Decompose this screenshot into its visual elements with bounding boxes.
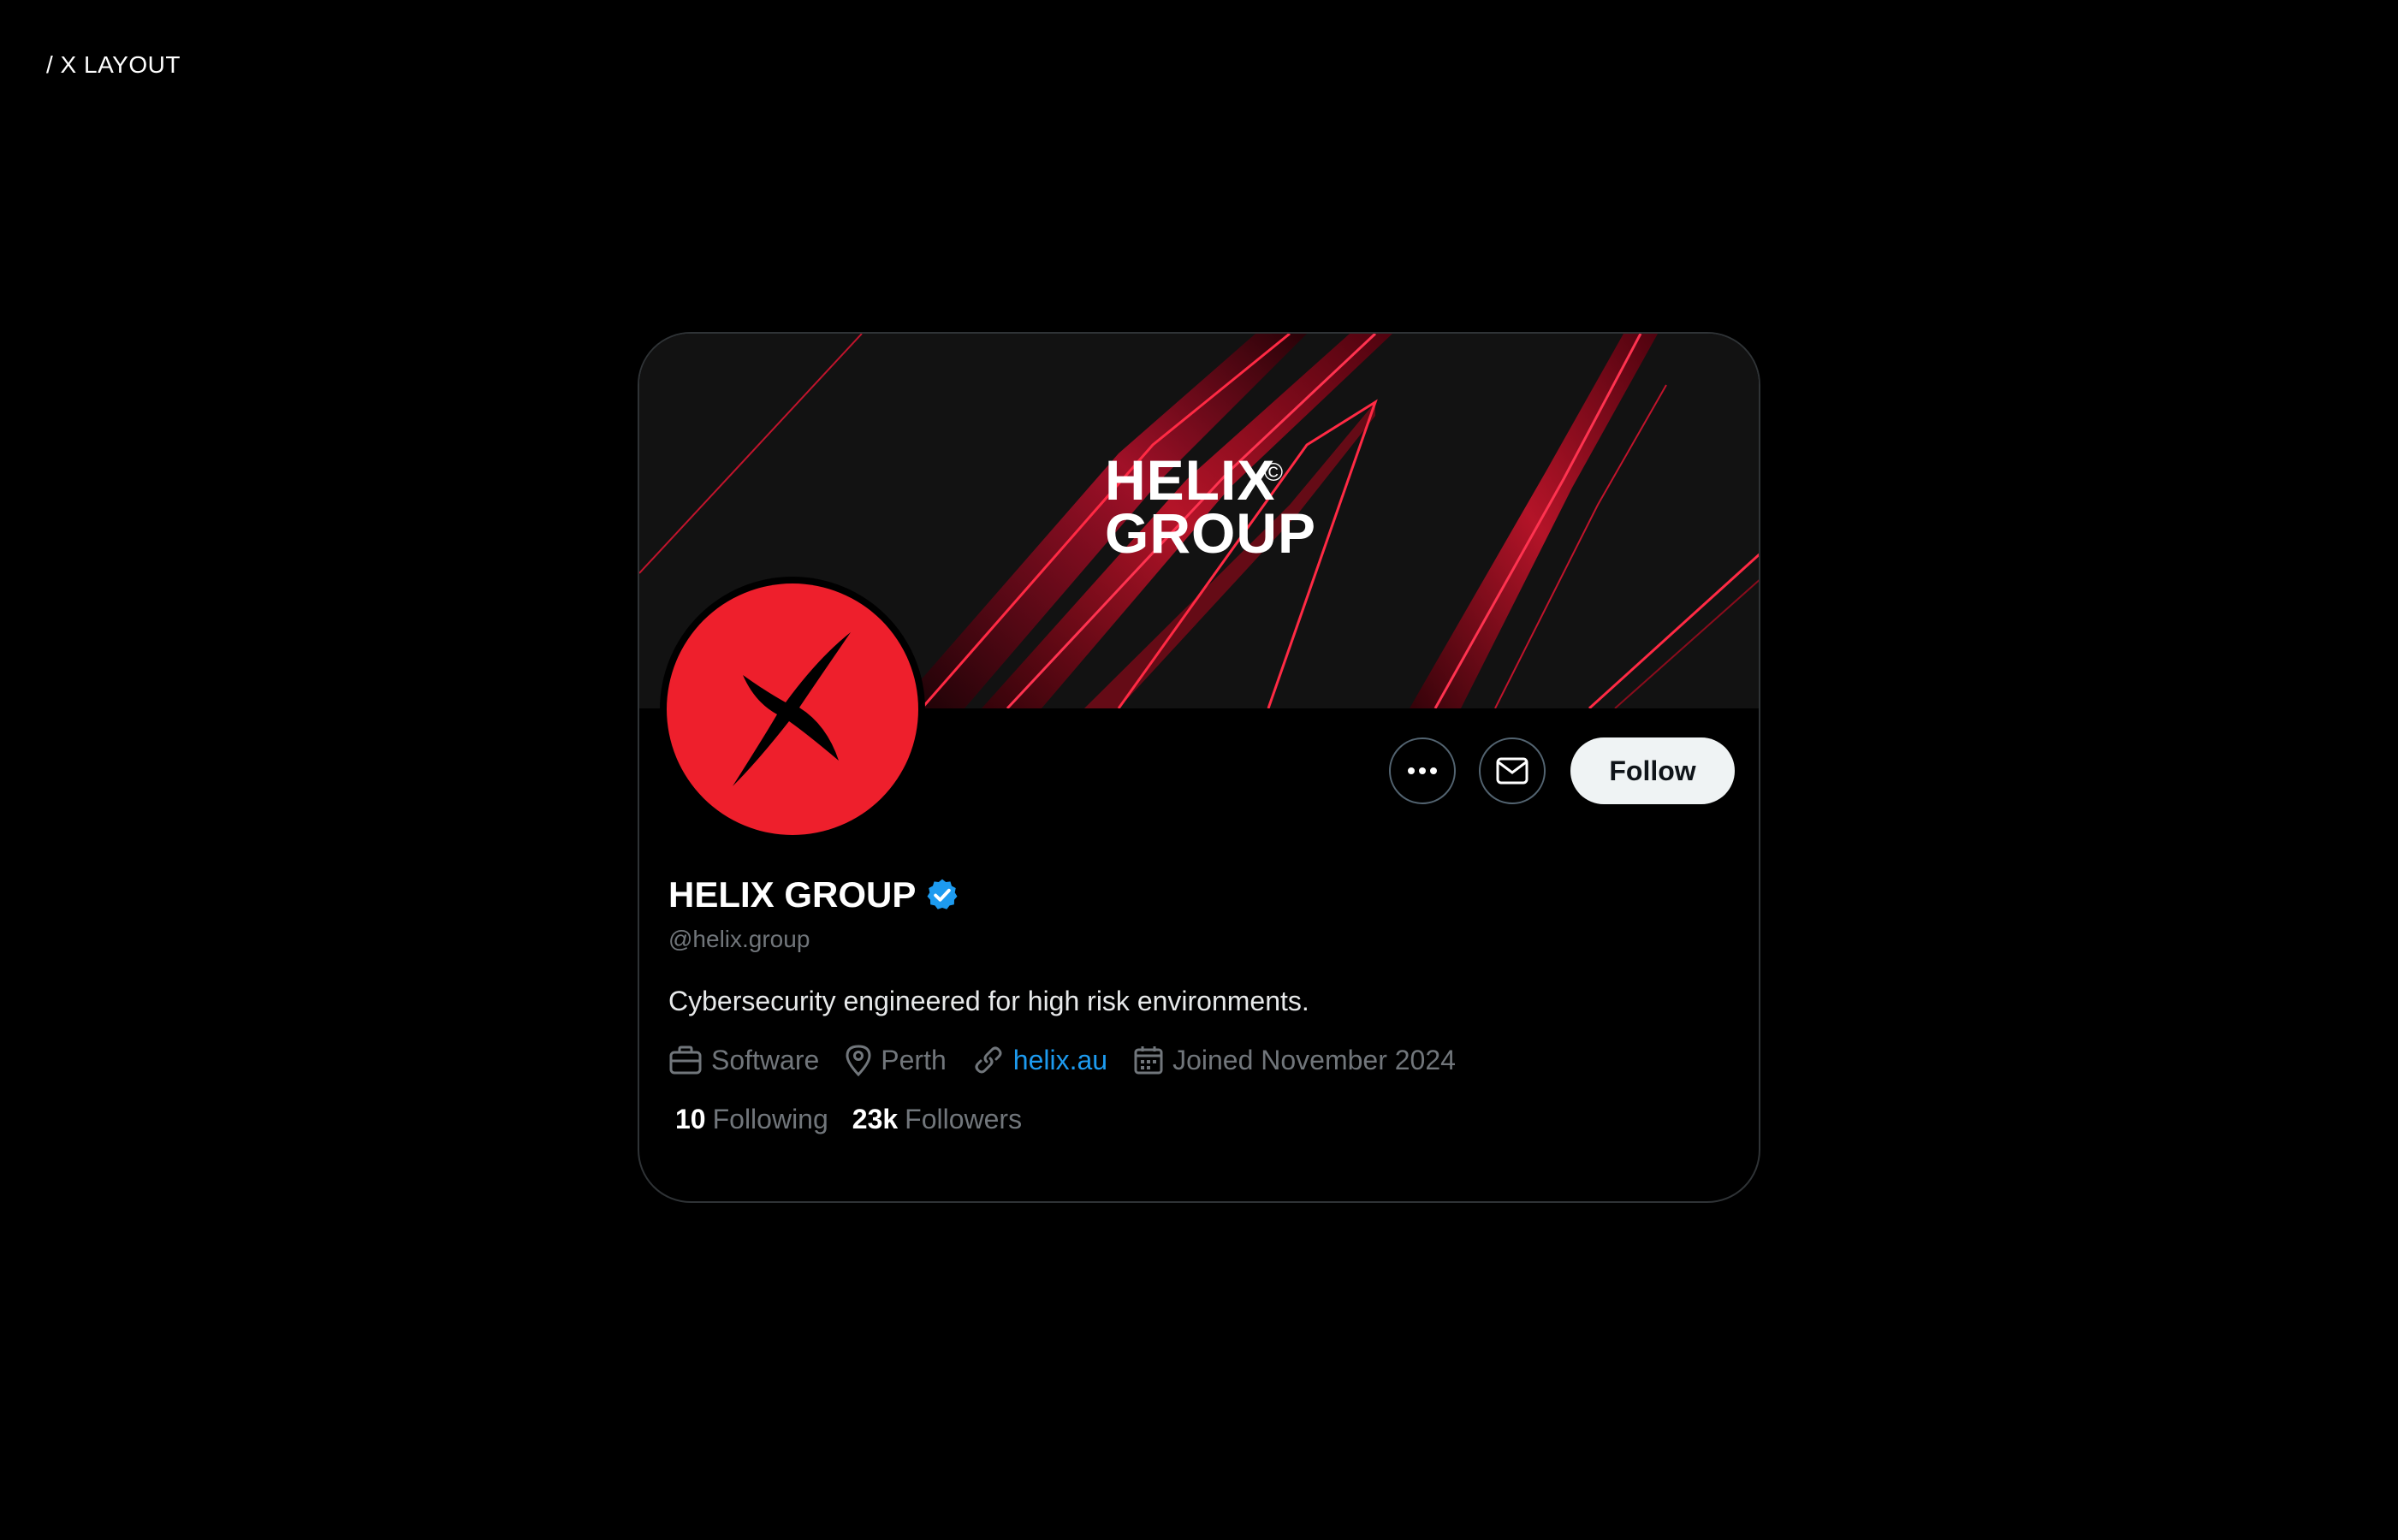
banner-logo: HELIX GROUP © (1105, 448, 1317, 565)
display-name: HELIX GROUP (668, 874, 917, 915)
banner-logo-line1: HELIX (1105, 448, 1276, 512)
briefcase-icon (669, 1045, 702, 1075)
message-button[interactable] (1479, 737, 1546, 804)
profile-handle: @helix.group (668, 926, 810, 952)
meta-joined-label: Joined November 2024 (1172, 1044, 1456, 1075)
meta-category-label: Software (711, 1044, 820, 1075)
meta-website: helix.au (972, 1044, 1107, 1076)
website-link[interactable]: helix.au (1013, 1045, 1107, 1076)
banner-logo-line2: GROUP (1105, 501, 1317, 565)
meta-location: Perth (845, 1044, 947, 1076)
follow-button[interactable]: Follow (1570, 737, 1735, 804)
profile-stats-row: 10 Following 23k Followers (675, 1104, 1046, 1135)
profile-meta-row: Software Perth helix.au Joined November … (668, 1044, 1481, 1076)
verified-badge-icon[interactable] (924, 877, 960, 913)
page-corner-label: / X LAYOUT (46, 51, 181, 78)
calendar-icon (1134, 1046, 1163, 1075)
following-label: Following (712, 1104, 828, 1134)
name-row: HELIX GROUP (668, 874, 960, 915)
location-pin-icon (846, 1045, 871, 1076)
meta-category: Software (668, 1045, 819, 1076)
profile-bio: Cybersecurity engineered for high risk e… (668, 986, 1309, 1016)
more-button[interactable] (1389, 737, 1456, 804)
avatar[interactable] (660, 577, 925, 842)
helix-x-logo-icon (733, 632, 851, 786)
following-count: 10 (675, 1104, 706, 1134)
link-icon (975, 1046, 1002, 1074)
envelope-icon (1496, 757, 1528, 785)
followers-label: Followers (905, 1104, 1023, 1134)
profile-card: HELIX GROUP © Follow HELIX GROUP @helix.… (638, 332, 1760, 1203)
banner-logo-mark: © (1264, 459, 1285, 487)
meta-location-label: Perth (881, 1044, 947, 1075)
followers-stat[interactable]: 23k Followers (852, 1104, 1022, 1135)
followers-count: 23k (852, 1104, 899, 1134)
following-stat[interactable]: 10 Following (675, 1104, 828, 1135)
avatar-logo (667, 583, 918, 835)
more-horizontal-icon (1408, 767, 1437, 774)
meta-joined: Joined November 2024 (1133, 1045, 1456, 1076)
